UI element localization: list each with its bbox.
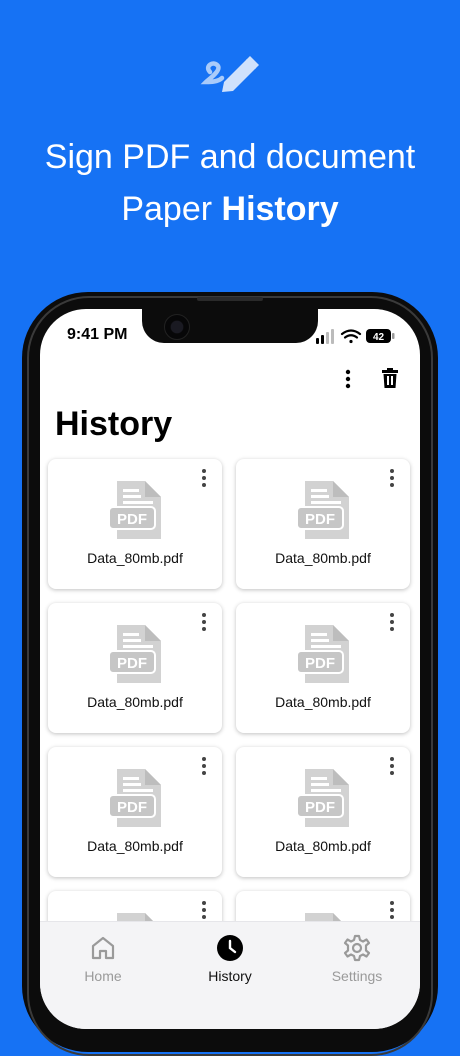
file-name: Data_80mb.pdf <box>275 550 371 566</box>
file-card[interactable]: PDF Data_80mb.pdf <box>48 459 222 589</box>
tab-history-label: History <box>208 968 252 984</box>
file-name: Data_80mb.pdf <box>87 838 183 854</box>
pdf-file-icon: PDF <box>296 769 349 827</box>
card-more-icon[interactable] <box>196 467 212 489</box>
card-more-icon[interactable] <box>384 467 400 489</box>
card-more-icon[interactable] <box>196 755 212 777</box>
pdf-file-icon: PDF <box>296 481 349 539</box>
tab-home[interactable]: Home <box>40 922 166 1002</box>
file-card[interactable]: PDF Data_80mb.pdf <box>236 747 410 877</box>
pdf-badge: PDF <box>305 511 335 528</box>
camera-icon <box>164 314 190 340</box>
delete-icon[interactable] <box>378 367 402 391</box>
file-name: Data_80mb.pdf <box>275 838 371 854</box>
phone-top-button <box>197 297 263 301</box>
pdf-badge: PDF <box>305 655 335 672</box>
status-icons: 42 <box>316 329 395 344</box>
clock-icon <box>217 935 243 961</box>
file-name: Data_80mb.pdf <box>87 550 183 566</box>
page-title: History <box>55 405 173 443</box>
status-time: 9:41 PM <box>67 326 128 343</box>
card-more-icon[interactable] <box>384 899 400 921</box>
card-more-icon[interactable] <box>196 611 212 633</box>
headline-line-2-bold: History <box>221 190 339 228</box>
pdf-file-icon: PDF <box>108 769 161 827</box>
headline-line-2-plain: Paper <box>121 190 222 228</box>
headline-line-1: Sign PDF and document <box>44 138 416 176</box>
pdf-file-icon: PDF <box>108 481 161 539</box>
file-name: Data_80mb.pdf <box>275 694 371 710</box>
pdf-file-icon: PDF <box>296 625 349 683</box>
battery-icon: 42 <box>366 329 395 343</box>
pdf-badge: PDF <box>117 511 147 528</box>
tab-bar: Home History Settings <box>40 921 420 1029</box>
file-card[interactable]: PDF Data_80mb.pdf <box>48 747 222 877</box>
card-more-icon[interactable] <box>384 611 400 633</box>
tab-settings[interactable]: Settings <box>294 922 420 1002</box>
file-name: Data_80mb.pdf <box>87 694 183 710</box>
wifi-icon <box>340 329 362 344</box>
tab-settings-label: Settings <box>331 968 383 984</box>
pdf-badge: PDF <box>117 655 147 672</box>
pdf-badge: PDF <box>305 799 335 816</box>
card-more-icon[interactable] <box>384 755 400 777</box>
card-more-icon[interactable] <box>196 899 212 921</box>
tab-history[interactable]: History <box>167 922 293 1002</box>
file-card[interactable]: PDF Data_80mb.pdf <box>236 459 410 589</box>
home-icon <box>91 936 115 960</box>
tab-home-label: Home <box>84 968 122 984</box>
pdf-badge: PDF <box>117 799 147 816</box>
headline-line-2: Paper History <box>0 183 460 235</box>
phone-screen: 9:41 PM 42 History PDF Data_80mb.pdf PDF Da… <box>40 309 420 1029</box>
headline: Sign PDF and document Paper History <box>0 131 460 235</box>
pdf-file-icon: PDF <box>108 625 161 683</box>
signal-icon <box>316 329 334 344</box>
more-options-icon[interactable] <box>336 367 360 391</box>
file-card[interactable]: PDF Data_80mb.pdf <box>236 603 410 733</box>
file-card[interactable]: PDF Data_80mb.pdf <box>48 603 222 733</box>
battery-level: 42 <box>373 332 385 343</box>
gear-icon <box>343 934 371 962</box>
signature-pen-icon <box>200 56 259 92</box>
